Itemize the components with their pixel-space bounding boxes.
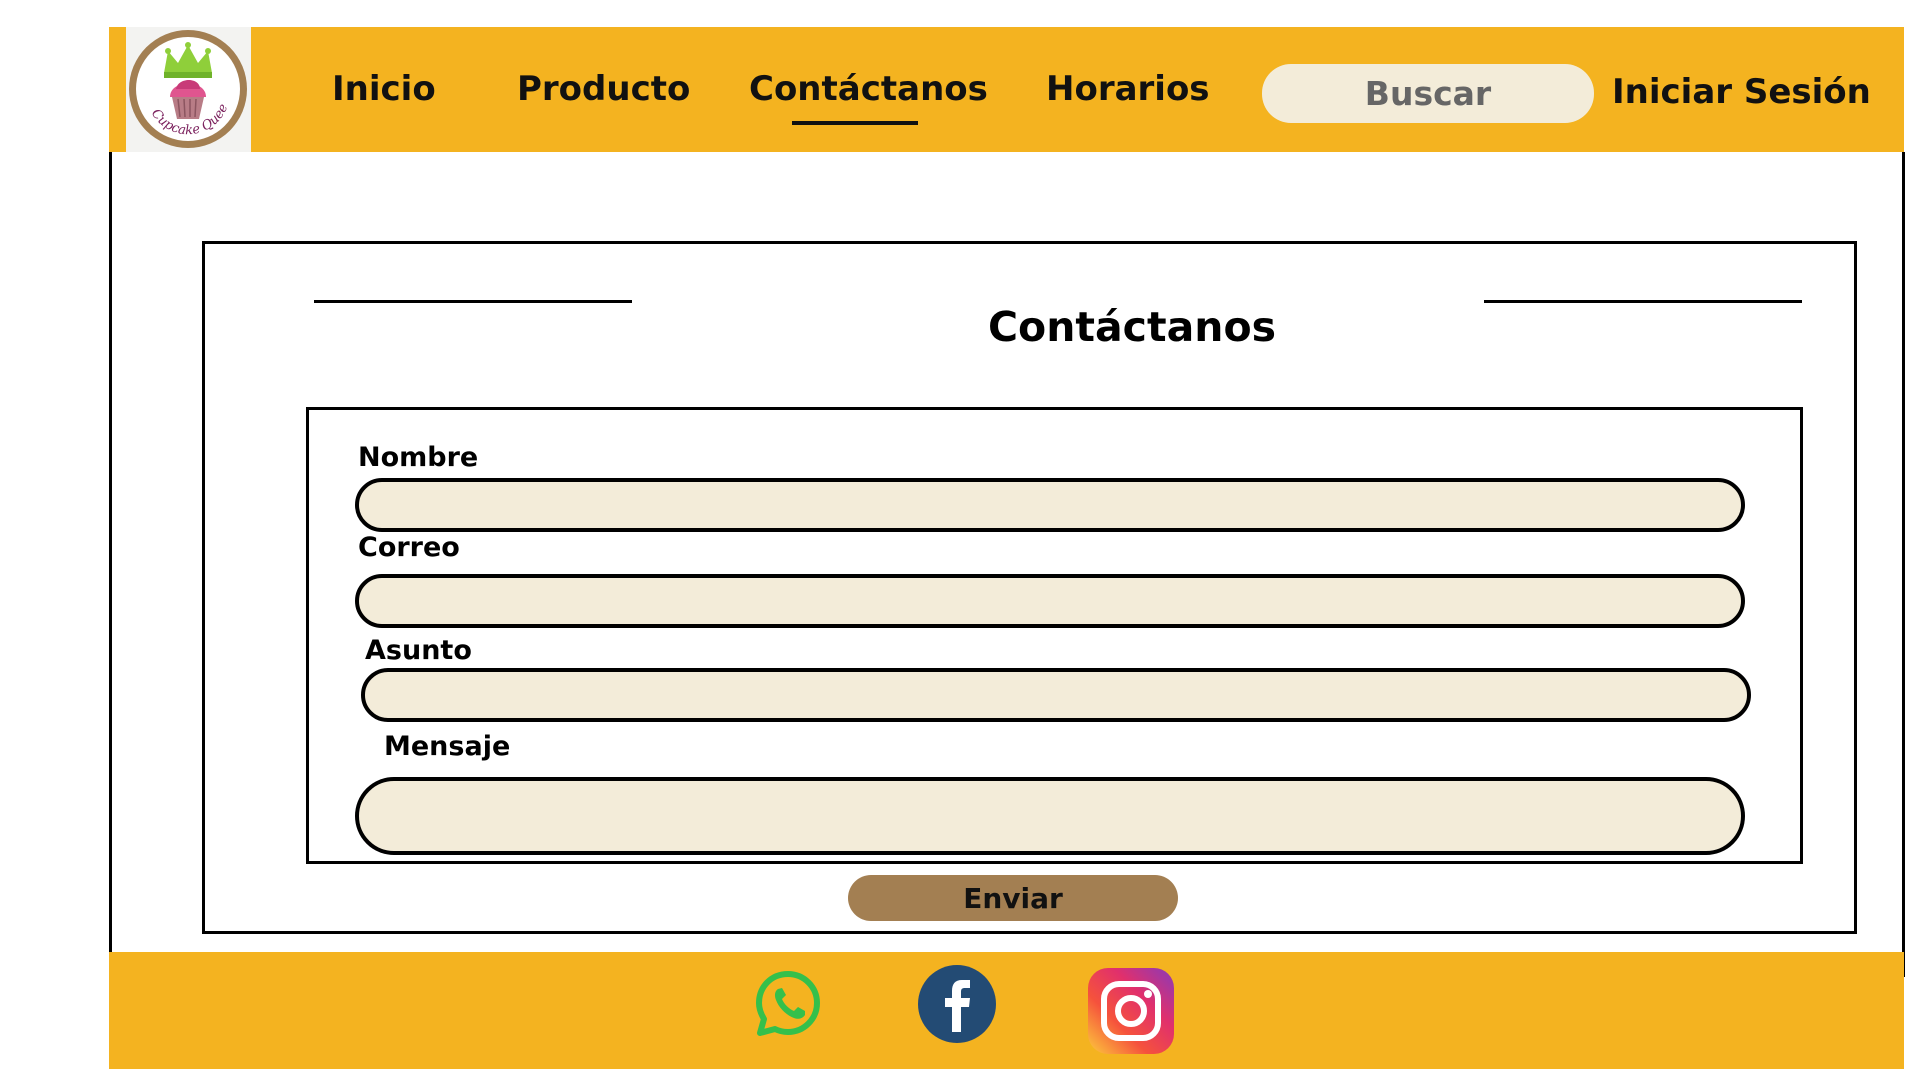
page-title: Contáctanos [987, 303, 1277, 351]
brand-logo[interactable]: Cupcake Queen [126, 27, 251, 152]
cupcake-queen-logo-icon: Cupcake Queen [126, 27, 247, 148]
page-frame: Cupcake Queen Inicio Producto Contáctano… [109, 27, 1905, 1069]
footer-bar [109, 952, 1904, 1069]
nav-horarios[interactable]: Horarios [1046, 69, 1210, 109]
title-divider-right [1484, 300, 1802, 303]
mensaje-field[interactable] [355, 777, 1745, 855]
nav-inicio[interactable]: Inicio [332, 69, 436, 109]
login-link[interactable]: Iniciar Sesión [1612, 72, 1871, 112]
nombre-label: Nombre [358, 442, 479, 473]
asunto-label: Asunto [365, 635, 472, 666]
facebook-icon[interactable] [917, 964, 997, 1044]
active-nav-indicator [792, 121, 918, 125]
nav-producto[interactable]: Producto [517, 69, 690, 109]
correo-field[interactable] [355, 574, 1745, 628]
asunto-field[interactable] [361, 668, 1751, 722]
frame-border-right [1902, 152, 1905, 977]
instagram-icon[interactable] [1086, 966, 1176, 1056]
nav-contactanos[interactable]: Contáctanos [749, 69, 988, 109]
frame-border-left [109, 152, 112, 977]
header-bar: Cupcake Queen Inicio Producto Contáctano… [109, 27, 1904, 152]
send-button[interactable]: Enviar [848, 875, 1178, 921]
whatsapp-icon[interactable] [752, 968, 824, 1040]
mensaje-label: Mensaje [384, 731, 511, 762]
title-divider-left [314, 300, 632, 303]
correo-label: Correo [358, 532, 460, 563]
nombre-field[interactable] [355, 478, 1745, 532]
search-input[interactable] [1262, 64, 1594, 123]
